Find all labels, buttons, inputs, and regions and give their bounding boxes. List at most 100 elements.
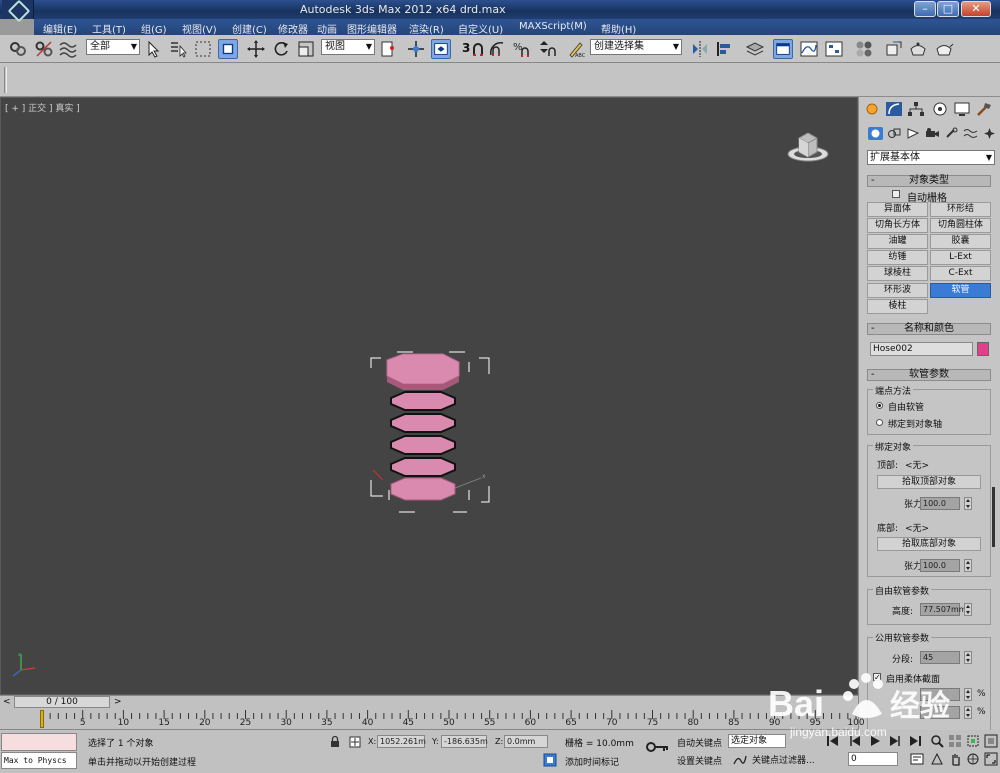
z-coordinate-field[interactable]: 0.0mm xyxy=(504,735,548,748)
free-hose-radio[interactable] xyxy=(876,402,883,409)
current-frame-field[interactable]: 0 xyxy=(848,752,898,766)
ribbon-grip-handle[interactable] xyxy=(4,67,7,93)
current-frame-marker[interactable] xyxy=(40,710,44,728)
prism-button[interactable]: 棱柱 xyxy=(867,299,928,314)
bind-to-spacewarp-icon[interactable] xyxy=(58,39,78,59)
geometry-category-icon[interactable] xyxy=(868,127,883,140)
set-key-button[interactable]: 设置关键点 xyxy=(677,754,722,767)
object-name-field[interactable]: Hose002 xyxy=(870,342,973,356)
menu-graph-editors[interactable]: 图形编辑器 xyxy=(347,21,397,36)
gengon-button[interactable]: 球棱柱 xyxy=(867,266,928,281)
menu-customize[interactable]: 自定义(U) xyxy=(458,21,503,36)
field-of-view-icon[interactable] xyxy=(930,752,944,766)
modify-tab-icon[interactable] xyxy=(885,101,903,117)
minimize-button[interactable]: – xyxy=(914,1,936,17)
perspective-viewport[interactable]: [ + ] 正交 ] 真实 ] x z xyxy=(0,97,858,695)
material-editor-icon[interactable] xyxy=(854,39,874,59)
hose-parameters-rollout[interactable]: - 软管参数 xyxy=(867,369,991,381)
rectangular-selection-region-icon[interactable] xyxy=(193,39,213,59)
maxscript-mini-listener[interactable]: Max to Physcs xyxy=(0,732,78,770)
menu-modifiers[interactable]: 修改器 xyxy=(278,21,308,36)
command-panel-scrollbar[interactable] xyxy=(992,487,995,547)
chamfer-cyl-button[interactable]: 切角圆柱体 xyxy=(930,218,991,233)
ringwave-button[interactable]: 环形波 xyxy=(867,283,928,298)
add-time-tag-label[interactable]: 添加时间标记 xyxy=(565,755,619,768)
spinner-snap-toggle-icon[interactable] xyxy=(537,39,557,59)
display-tab-icon[interactable] xyxy=(953,101,971,117)
chamfer-box-button[interactable]: 切角长方体 xyxy=(867,218,928,233)
x-coordinate-field[interactable]: 1052.261m xyxy=(377,735,426,748)
key-filters-button[interactable]: 关键点过滤器... xyxy=(752,753,815,766)
select-and-link-icon[interactable] xyxy=(8,39,28,59)
hose-object[interactable]: x xyxy=(369,350,491,518)
maximize-button[interactable]: □ xyxy=(937,1,959,17)
viewport-label[interactable]: [ + ] 正交 ] 真实 ] xyxy=(5,101,80,114)
height-field[interactable]: 77.507mm xyxy=(920,603,967,616)
height-spinner[interactable] xyxy=(964,603,972,616)
render-production-icon[interactable] xyxy=(934,39,954,59)
select-object-icon[interactable] xyxy=(144,39,164,59)
c-ext-button[interactable]: C-Ext xyxy=(930,266,991,281)
go-to-end-icon[interactable] xyxy=(908,734,922,748)
tension-bottom-field[interactable]: 100.0 xyxy=(920,559,960,572)
default-in-out-tangents-icon[interactable] xyxy=(733,753,747,767)
torus-knot-button[interactable]: 环形结 xyxy=(930,202,991,217)
time-configuration-icon[interactable] xyxy=(910,752,924,766)
ends-spinner[interactable] xyxy=(964,706,972,719)
time-slider-thumb[interactable]: 0 / 100 xyxy=(14,696,110,708)
key-selection-dropdown[interactable]: 选定对象 xyxy=(728,734,786,748)
maxscript-input[interactable]: Max to Physcs xyxy=(1,752,77,769)
close-button[interactable]: ✕ xyxy=(961,1,991,17)
reference-coordinate-select[interactable]: 视图 xyxy=(321,39,375,55)
orbit-icon[interactable] xyxy=(966,752,980,766)
pan-view-icon[interactable] xyxy=(948,752,962,766)
primitive-category-select[interactable]: 扩展基本体 xyxy=(867,150,995,165)
window-crossing-toggle-icon[interactable] xyxy=(218,39,238,59)
time-tag-icon[interactable] xyxy=(543,753,557,767)
capsule-button[interactable]: 胶囊 xyxy=(930,234,991,249)
track-bar[interactable]: 5 10 15 20 25 30 35 40 45 50 55 60 65 70 75 80 85 90 95 100 xyxy=(0,708,865,730)
select-and-rotate-icon[interactable] xyxy=(271,39,291,59)
space-warps-category-icon[interactable] xyxy=(963,127,978,140)
layer-manager-icon[interactable] xyxy=(745,39,765,59)
zoom-all-icon[interactable] xyxy=(948,734,962,748)
menu-maxscript[interactable]: MAXScript(M) xyxy=(519,21,587,32)
select-and-move-icon[interactable] xyxy=(246,39,266,59)
ends-field[interactable] xyxy=(920,706,960,719)
menu-tools[interactable]: 工具(T) xyxy=(92,21,126,36)
maximize-viewport-icon[interactable] xyxy=(984,752,998,766)
hose-button[interactable]: 软管 xyxy=(930,283,991,298)
zoom-extents-all-icon[interactable] xyxy=(984,734,998,748)
previous-frame-icon[interactable] xyxy=(848,734,862,748)
schematic-view-icon[interactable] xyxy=(824,39,844,59)
set-key-icon[interactable] xyxy=(646,740,670,754)
select-and-manipulate-icon[interactable] xyxy=(406,39,426,59)
spindle-button[interactable]: 纺锤 xyxy=(867,250,928,265)
percent-snap-toggle-icon[interactable]: % xyxy=(512,39,532,59)
starts-spinner[interactable] xyxy=(964,688,972,701)
play-animation-icon[interactable] xyxy=(868,734,882,748)
curve-editor-icon[interactable] xyxy=(799,39,819,59)
hedra-button[interactable]: 异面体 xyxy=(867,202,928,217)
edit-named-selection-sets-icon[interactable]: ABC xyxy=(566,39,586,59)
shapes-category-icon[interactable] xyxy=(887,127,902,140)
utilities-tab-icon[interactable] xyxy=(975,101,993,117)
motion-tab-icon[interactable] xyxy=(931,101,949,117)
app-logo-icon[interactable] xyxy=(2,0,34,19)
create-tab-icon[interactable] xyxy=(863,101,881,117)
absolute-mode-transform-icon[interactable] xyxy=(348,735,362,749)
oiltank-button[interactable]: 油罐 xyxy=(867,234,928,249)
flex-section-checkbox[interactable]: ✓ xyxy=(873,673,881,682)
tension-top-field[interactable]: 100.0 xyxy=(920,497,960,510)
systems-category-icon[interactable] xyxy=(982,127,997,140)
next-frame-icon[interactable] xyxy=(888,734,902,748)
zoom-extents-icon[interactable] xyxy=(966,734,980,748)
autogrid-checkbox[interactable] xyxy=(892,190,900,198)
select-and-scale-icon[interactable] xyxy=(296,39,316,59)
use-pivot-point-center-icon[interactable] xyxy=(379,39,399,59)
viewcube-icon[interactable] xyxy=(787,126,829,166)
time-slider[interactable]: < 0 / 100 > xyxy=(0,695,858,708)
go-to-start-icon[interactable] xyxy=(826,734,840,748)
pick-top-object-button[interactable]: 拾取顶部对象 xyxy=(877,475,981,489)
menu-create[interactable]: 创建(C) xyxy=(232,21,267,36)
